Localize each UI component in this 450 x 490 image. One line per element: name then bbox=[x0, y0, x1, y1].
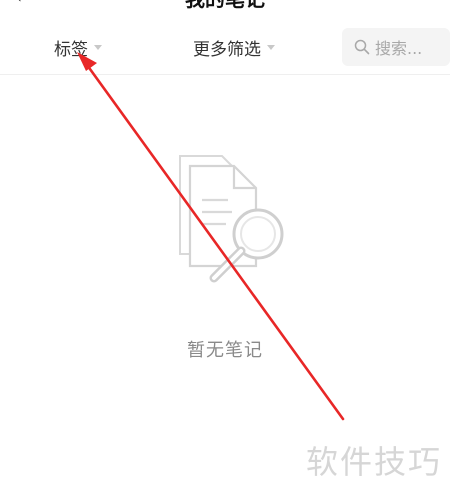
more-filters-label: 更多筛选 bbox=[193, 39, 261, 60]
search-input[interactable]: 搜索... bbox=[342, 28, 450, 66]
search-icon bbox=[354, 39, 370, 55]
search-placeholder: 搜索... bbox=[375, 39, 423, 58]
caret-down-icon bbox=[267, 44, 275, 50]
filter-bar: 标签 更多筛选 搜索... bbox=[0, 20, 450, 75]
watermark-text: 软件技巧 bbox=[305, 443, 442, 481]
page-title: 我的笔记 bbox=[0, 0, 450, 12]
more-filters[interactable]: 更多筛选 bbox=[193, 34, 275, 60]
caret-down-icon bbox=[94, 44, 102, 50]
tags-filter-label: 标签 bbox=[54, 39, 88, 60]
tags-filter[interactable]: 标签 bbox=[54, 34, 102, 60]
document-magnifier-icon bbox=[179, 155, 284, 283]
empty-state-message: 暂无笔记 bbox=[187, 340, 263, 361]
top-bar: ‹ 我的笔记 bbox=[0, 0, 450, 20]
